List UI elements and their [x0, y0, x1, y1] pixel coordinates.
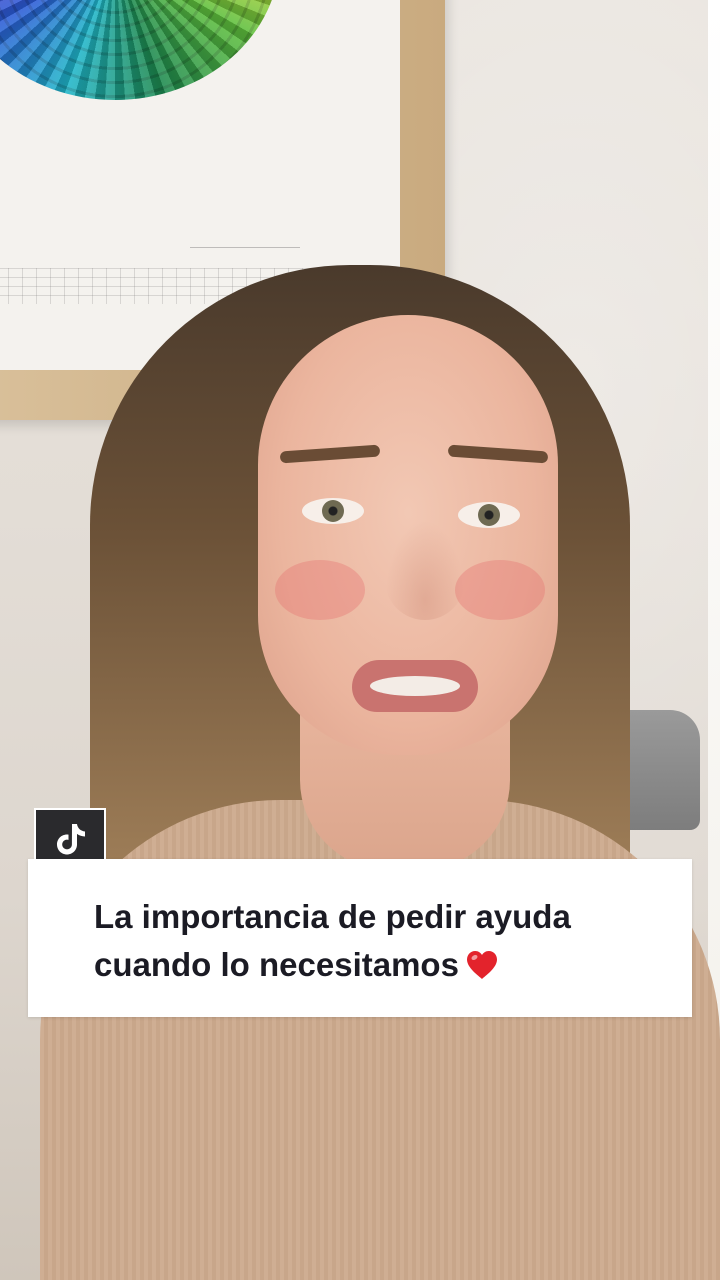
- caption-line-1: La importancia de pedir ayuda: [94, 898, 571, 935]
- heart-icon: [466, 951, 497, 979]
- left-eye: [302, 498, 364, 524]
- mouth: [352, 660, 478, 712]
- right-cheek: [455, 560, 545, 620]
- caption-card: La importancia de pedir ayuda cuando lo …: [28, 859, 692, 1017]
- left-cheek: [275, 560, 365, 620]
- video-frame[interactable]: La importancia de pedir ayuda cuando lo …: [0, 0, 720, 1280]
- tiktok-logo-icon: [57, 824, 85, 855]
- right-eye: [458, 502, 520, 528]
- caption-line-2: cuando lo necesitamos: [94, 946, 459, 983]
- artwork-signature: [190, 225, 300, 248]
- colorful-circle-artwork: [0, 0, 280, 100]
- caption-line-2-wrap: cuando lo necesitamos: [94, 941, 662, 989]
- nose: [385, 520, 465, 620]
